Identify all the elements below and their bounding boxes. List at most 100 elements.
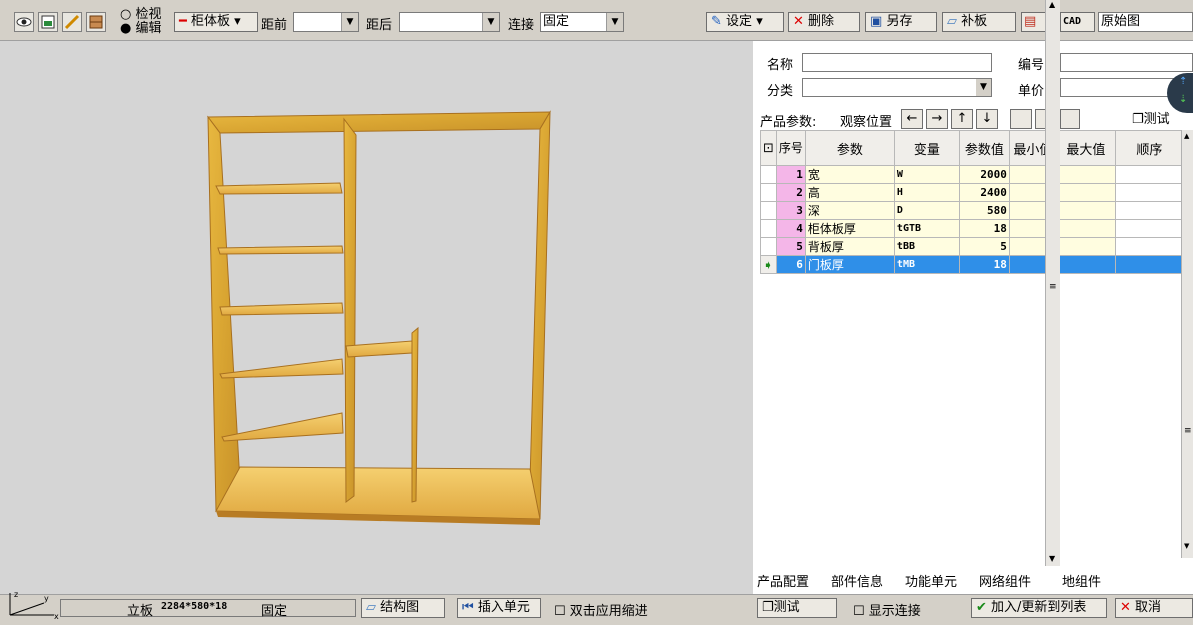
- cell-order[interactable]: [1114, 201, 1184, 220]
- radio-view[interactable]: ○ 检视: [120, 8, 162, 21]
- cell-value[interactable]: 2000: [958, 165, 1010, 184]
- insert-unit-button[interactable]: ⏮ 插入单元: [457, 598, 541, 618]
- cell-max[interactable]: [1055, 201, 1116, 220]
- code-input[interactable]: [1060, 53, 1193, 72]
- connect-select[interactable]: 固定 ▼: [540, 12, 624, 32]
- cell-var[interactable]: tMB: [893, 255, 960, 274]
- settings-button[interactable]: ✎ 设定 ▾: [706, 12, 784, 32]
- col-var-header[interactable]: 变量: [893, 130, 960, 166]
- cell-var[interactable]: tGTB: [893, 219, 960, 238]
- observe-right-button[interactable]: →: [926, 109, 948, 129]
- cell-order[interactable]: [1114, 165, 1184, 184]
- 3d-viewport[interactable]: [0, 41, 753, 594]
- cell-value[interactable]: 18: [958, 219, 1010, 238]
- cad-button[interactable]: CAD: [1060, 12, 1095, 32]
- table-scrollbar[interactable]: ▲ ≡ ▼: [1181, 130, 1193, 558]
- col-value-header[interactable]: 参数值: [958, 130, 1010, 166]
- cell-order[interactable]: [1114, 237, 1184, 256]
- dist-back-select[interactable]: ▼: [399, 12, 500, 32]
- cell-value[interactable]: 18: [958, 255, 1010, 274]
- test-top-button[interactable]: ❐测试: [1132, 108, 1170, 127]
- pin-icon: ✎: [711, 14, 722, 29]
- chevron-down-icon: ▼: [482, 13, 499, 31]
- cancel-button[interactable]: ✕ 取消: [1115, 598, 1193, 618]
- cancel-label: 取消: [1135, 600, 1162, 615]
- minus-icon: ━: [179, 14, 187, 29]
- tab-part-info[interactable]: 部件信息: [831, 571, 883, 590]
- cell-param[interactable]: 背板厚: [804, 237, 895, 256]
- board-type-dropdown[interactable]: ━ 柜体板 ▾: [174, 12, 258, 32]
- show-connection-checkbox[interactable]: ☐ 显示连接: [853, 600, 921, 619]
- row-selector[interactable]: [760, 237, 777, 256]
- cell-var[interactable]: tBB: [893, 237, 960, 256]
- scroll-down-icon: ▼: [1184, 542, 1190, 550]
- row-selector[interactable]: [760, 201, 777, 220]
- col-order-header[interactable]: 顺序: [1114, 130, 1184, 166]
- col-no-header[interactable]: 序号: [775, 130, 806, 166]
- cell-param[interactable]: 高: [804, 183, 895, 202]
- table-row[interactable]: 3 深 D 580: [760, 201, 1184, 220]
- eye-icon[interactable]: [14, 12, 34, 32]
- table-row[interactable]: 5 背板厚 tBB 5: [760, 237, 1184, 256]
- observe-down-button[interactable]: ↓: [976, 109, 998, 129]
- cell-value[interactable]: 2400: [958, 183, 1010, 202]
- cell-order[interactable]: [1114, 219, 1184, 238]
- row-selector-header[interactable]: ⊡: [760, 130, 777, 166]
- cell-param[interactable]: 宽: [804, 165, 895, 184]
- patch-board-button[interactable]: ▱ 补板: [942, 12, 1016, 32]
- axis-z-label: z: [14, 590, 18, 599]
- dist-back-label: 距后: [366, 18, 393, 33]
- col-max-header[interactable]: 最大值: [1055, 130, 1116, 166]
- dist-front-select[interactable]: ▼: [293, 12, 359, 32]
- cell-max[interactable]: [1055, 237, 1116, 256]
- table-row-selected[interactable]: ➧ 6 门板厚 tMB 18: [760, 255, 1184, 274]
- cell-max[interactable]: [1055, 219, 1116, 238]
- cell-param[interactable]: 深: [804, 201, 895, 220]
- delete-button[interactable]: ✕ 删除: [788, 12, 860, 32]
- table-row[interactable]: 2 高 H 2400: [760, 183, 1184, 202]
- cell-var[interactable]: W: [893, 165, 960, 184]
- row-selector[interactable]: [760, 165, 777, 184]
- cell-value[interactable]: 580: [958, 201, 1010, 220]
- observe-left-button[interactable]: ←: [901, 109, 923, 129]
- blank-button-1[interactable]: [1010, 109, 1032, 129]
- board-icon[interactable]: [86, 12, 106, 32]
- radio-edit[interactable]: ● 编辑: [120, 22, 162, 35]
- category-select[interactable]: ▼: [802, 78, 992, 97]
- observe-up-button[interactable]: ↑: [951, 109, 973, 129]
- cell-param[interactable]: 门板厚: [804, 255, 895, 274]
- col-param-header[interactable]: 参数: [804, 130, 895, 166]
- table-row[interactable]: 1 宽 W 2000: [760, 165, 1184, 184]
- row-pointer-icon[interactable]: ➧: [760, 255, 777, 274]
- tab-local-component[interactable]: 地组件: [1062, 571, 1101, 590]
- cell-var[interactable]: H: [893, 183, 960, 202]
- image-view-icon[interactable]: [38, 12, 58, 32]
- view-select[interactable]: 原始图: [1098, 12, 1193, 32]
- cell-max[interactable]: [1055, 165, 1116, 184]
- cell-order[interactable]: [1114, 183, 1184, 202]
- cell-value[interactable]: 5: [958, 237, 1010, 256]
- tab-product-config[interactable]: 产品配置: [757, 571, 809, 590]
- tab-function-unit[interactable]: 功能单元: [905, 571, 957, 590]
- cell-max[interactable]: [1055, 255, 1116, 274]
- picture-button[interactable]: ▤: [1021, 12, 1047, 32]
- tab-network-component[interactable]: 网络组件: [979, 571, 1031, 590]
- row-selector[interactable]: [760, 219, 777, 238]
- pencil-icon[interactable]: [62, 12, 82, 32]
- blank-button-3[interactable]: [1060, 109, 1080, 129]
- add-update-button[interactable]: ✔ 加入/更新到列表: [971, 598, 1107, 618]
- params-label: 产品参数:: [760, 115, 817, 130]
- cell-param[interactable]: 柜体板厚: [804, 219, 895, 238]
- scroll-grip-icon: ≡: [1184, 426, 1192, 436]
- structure-button[interactable]: ▱ 结构图: [361, 598, 445, 618]
- name-input[interactable]: [802, 53, 992, 72]
- vertical-scrollbar[interactable]: ▲ ≡ ▼: [1045, 0, 1060, 566]
- row-selector[interactable]: [760, 183, 777, 202]
- cell-max[interactable]: [1055, 183, 1116, 202]
- test-button[interactable]: ❐测试: [757, 598, 837, 618]
- cell-order[interactable]: [1114, 255, 1184, 274]
- cell-var[interactable]: D: [893, 201, 960, 220]
- table-row[interactable]: 4 柜体板厚 tGTB 18: [760, 219, 1184, 238]
- dblclick-checkbox[interactable]: ☐ 双击应用缩进: [554, 600, 648, 619]
- saveas-button[interactable]: ▣ 另存: [865, 12, 937, 32]
